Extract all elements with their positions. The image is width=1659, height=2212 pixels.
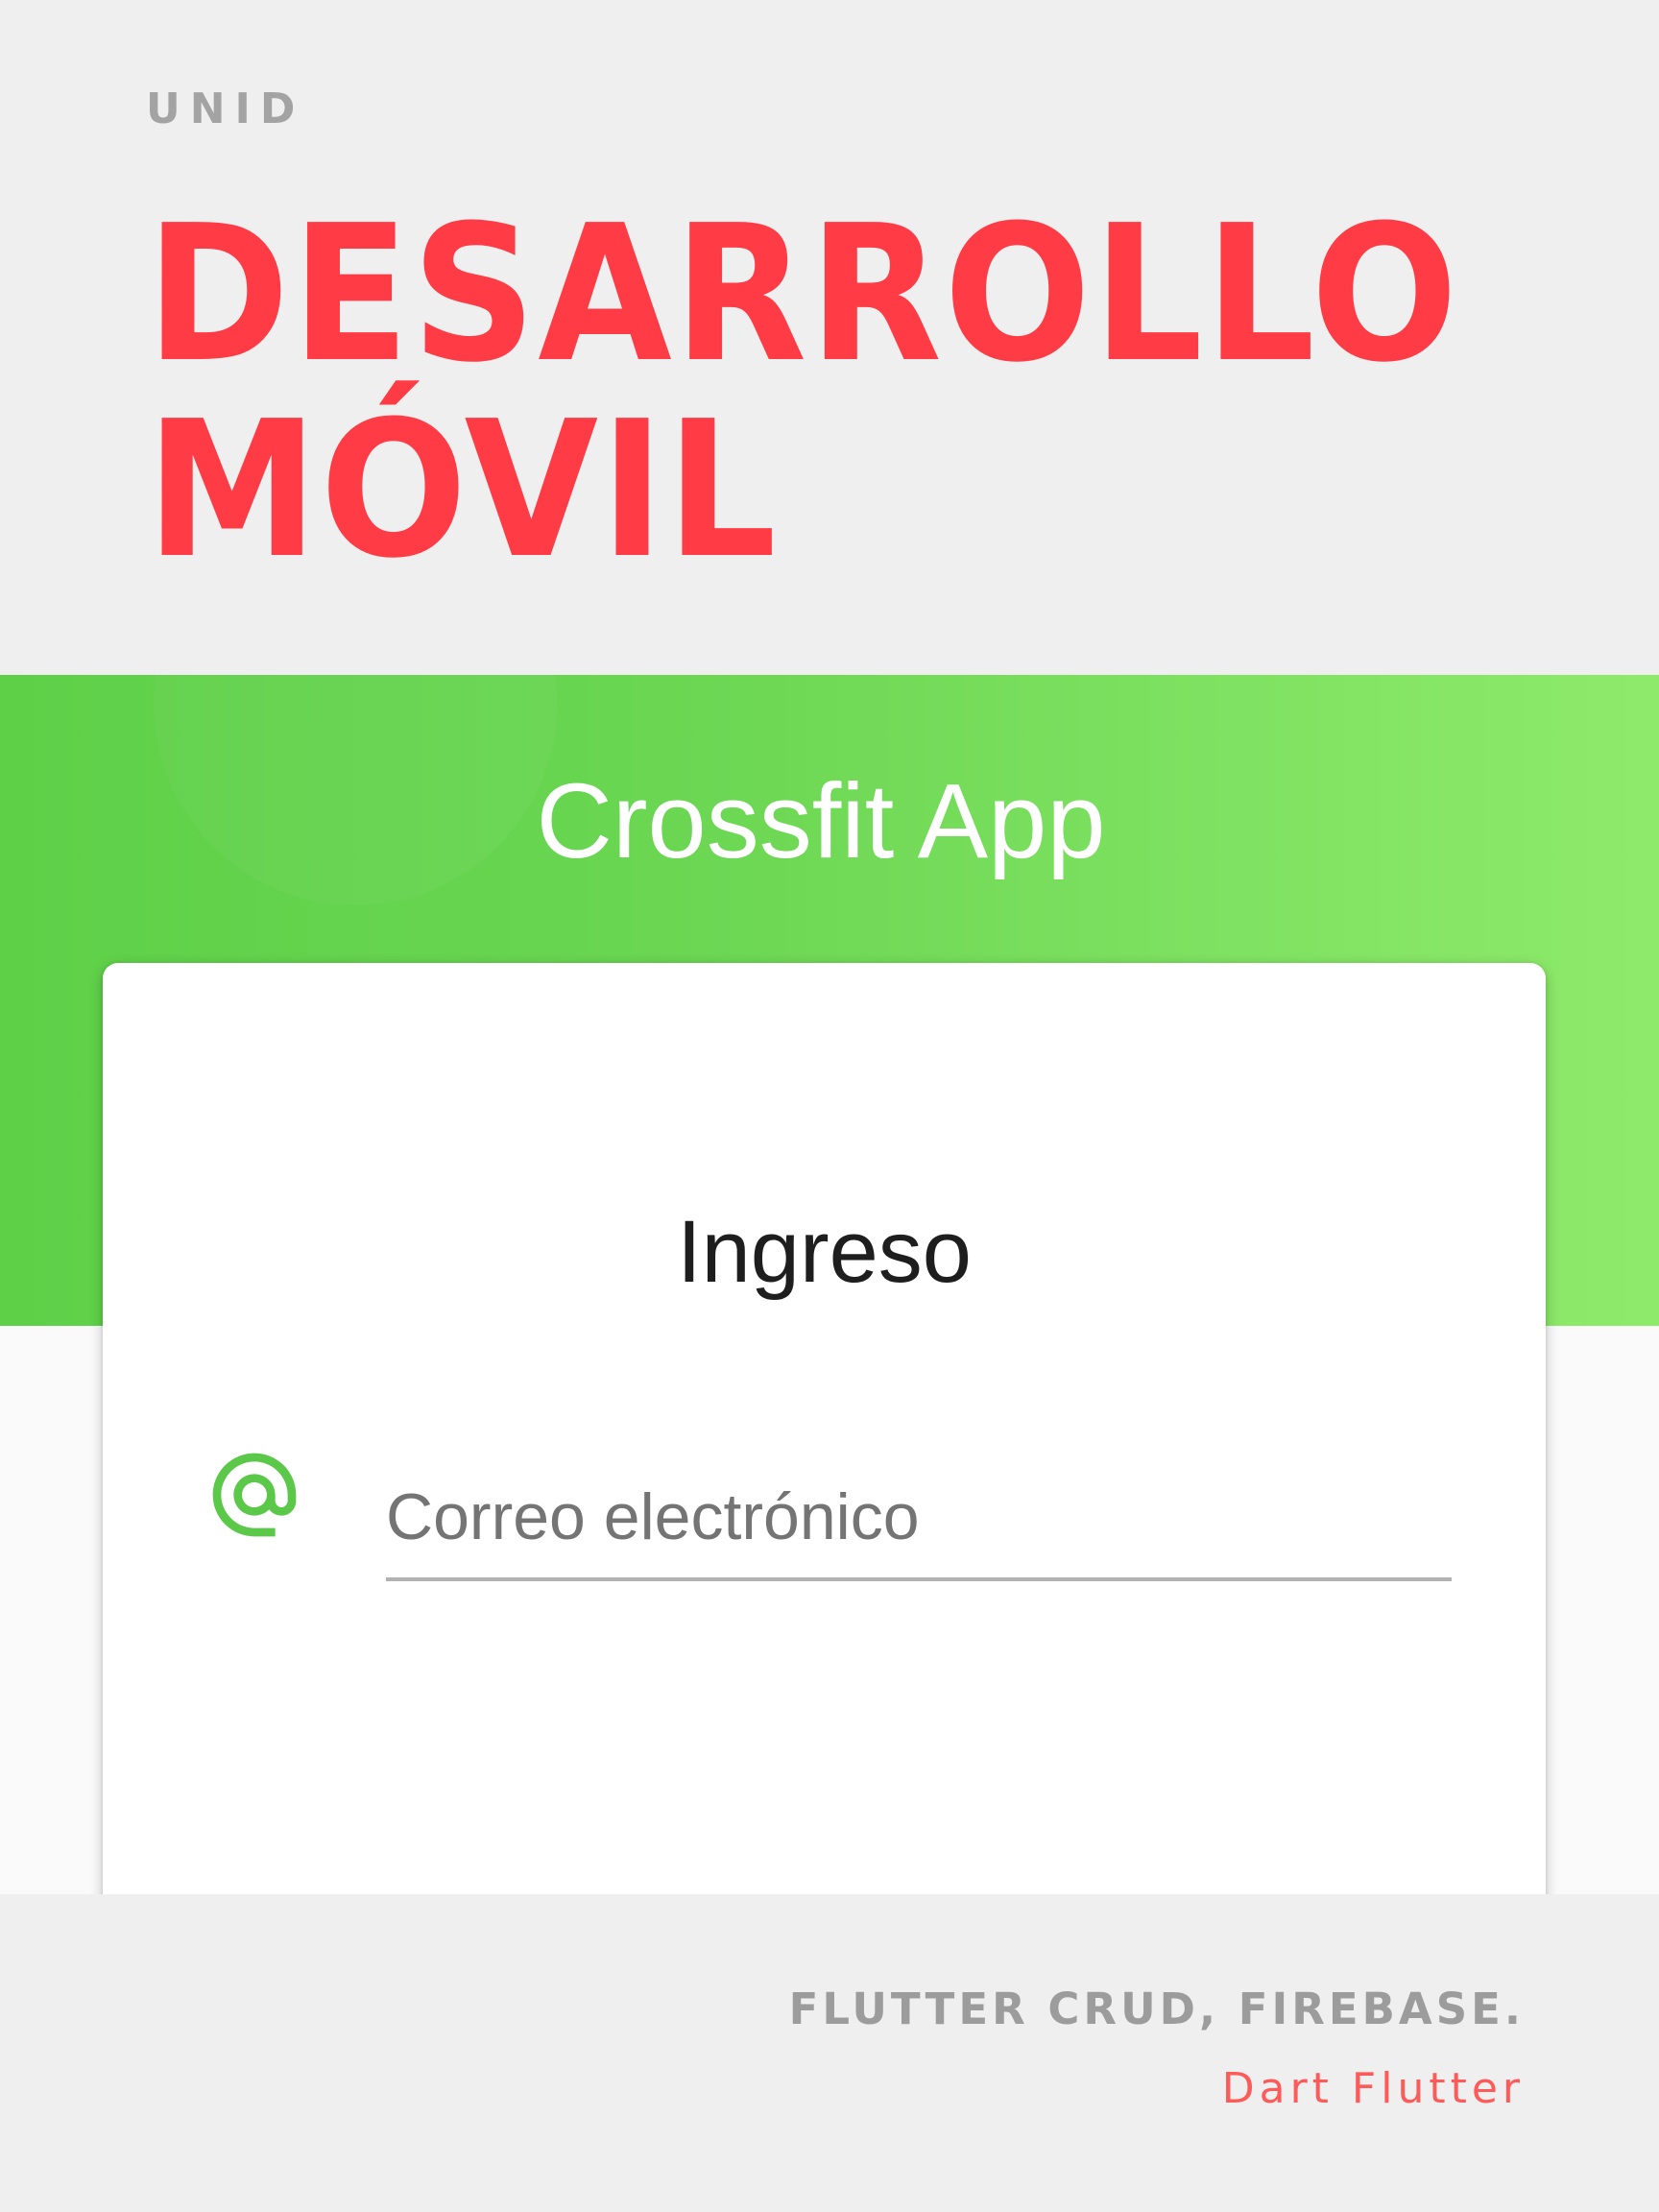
footer-tag: Dart Flutter: [1221, 2064, 1525, 2113]
footer-subtitle: FLUTTER CRUD, FIREBASE.: [788, 1984, 1525, 2034]
footer: FLUTTER CRUD, FIREBASE. Dart Flutter: [0, 1894, 1659, 2212]
org-label: UNID: [146, 84, 305, 133]
phone-screenshot: Crossfit App Ingreso: [0, 675, 1659, 1894]
page-title: DESARROLLO MÓVIL: [146, 197, 1459, 589]
at-sign-icon: [212, 1453, 297, 1537]
app-title: Crossfit App: [536, 762, 1106, 880]
email-field-underline: [386, 1577, 1452, 1581]
header: UNID DESARROLLO MÓVIL: [0, 0, 1659, 675]
title-line-1: DESARROLLO: [146, 185, 1460, 404]
title-line-2: MÓVIL: [146, 381, 779, 600]
login-heading: Ingreso: [677, 1203, 972, 1301]
email-field[interactable]: [386, 1450, 1452, 1584]
login-card: Ingreso: [103, 963, 1546, 1894]
